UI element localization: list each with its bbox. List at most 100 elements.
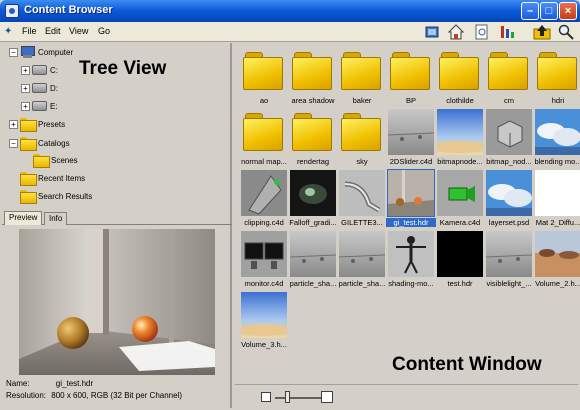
preview-image: [19, 229, 215, 375]
file-thumbnail: [485, 231, 533, 277]
expand-icon[interactable]: +: [9, 119, 18, 129]
content-file-item[interactable]: test.hdr: [435, 229, 485, 291]
content-file-item[interactable]: monitor.c4d: [239, 229, 289, 291]
tab-info[interactable]: Info: [44, 212, 68, 225]
tab-preview[interactable]: Preview: [4, 211, 43, 225]
item-caption: ao: [259, 96, 269, 105]
home-icon[interactable]: [446, 23, 466, 41]
item-caption: bitmapnode...: [437, 157, 483, 166]
content-folder-item[interactable]: ao: [239, 46, 289, 108]
preview-resolution-row: Resolution: 800 x 600, RGB (32 Bit per C…: [6, 391, 182, 400]
content-folder-item[interactable]: cm: [484, 46, 534, 108]
file-thumbnail: [535, 231, 580, 277]
content-file-item[interactable]: 2DSlider.c4d: [386, 107, 436, 169]
tree-item-label: Computer: [38, 47, 74, 57]
content-file-item[interactable]: particle_sha...: [288, 229, 338, 291]
item-caption: bitmap_nod...: [486, 157, 532, 166]
zoom-small-icon[interactable]: [261, 392, 271, 402]
content-file-item[interactable]: clipping.c4d: [239, 168, 289, 230]
file-thumbnail: [535, 170, 580, 216]
menu-go[interactable]: Go: [98, 26, 110, 36]
tree-item-label: Search Results: [38, 191, 93, 201]
file-thumbnail: [241, 231, 287, 277]
tree-item-label: Presets: [38, 119, 66, 129]
expand-icon[interactable]: +: [21, 65, 30, 75]
tree-item-label: E:: [50, 101, 58, 111]
magnifier-icon[interactable]: [556, 23, 576, 41]
collapse-icon[interactable]: −: [9, 47, 18, 57]
tree-item-computer[interactable]: − Computer: [9, 45, 73, 59]
menu-logo-icon: ✦: [4, 26, 13, 37]
folder-icon: [292, 113, 332, 151]
sort-icon[interactable]: [497, 23, 517, 41]
resolution-label: Resolution:: [6, 391, 47, 400]
content-file-item[interactable]: bitmapnode...: [430, 107, 490, 169]
content-file-item[interactable]: Volume_3.h...: [234, 290, 294, 352]
content-file-item[interactable]: gi_test.hdr: [386, 168, 436, 230]
item-caption: Volume_3.h...: [241, 340, 287, 349]
content-folder-item[interactable]: hdri: [533, 46, 580, 108]
minimize-button[interactable]: –: [521, 2, 539, 20]
maximize-button[interactable]: □: [540, 2, 558, 20]
tree-item-drive-c[interactable]: + C:: [21, 63, 58, 77]
content-folder-item[interactable]: area shadow: [288, 46, 338, 108]
tree-item-recent[interactable]: Recent Items: [20, 171, 86, 186]
file-thumbnail: [535, 109, 580, 155]
file-thumbnail: [241, 170, 287, 216]
close-button[interactable]: ×: [559, 2, 577, 20]
up-folder-icon[interactable]: [532, 23, 552, 41]
item-caption: gi_test.hdr: [386, 218, 436, 227]
zoom-large-icon[interactable]: [321, 391, 333, 403]
app-icon: [5, 4, 19, 18]
file-thumbnail: [486, 170, 532, 216]
preview-name-row: Name: gi_test.hdr: [6, 379, 93, 388]
tree-item-catalogs[interactable]: − Catalogs: [9, 136, 70, 151]
tree-item-scenes[interactable]: Scenes: [33, 153, 78, 168]
content-file-item[interactable]: bitmap_nod...: [484, 107, 534, 169]
tree-item-presets[interactable]: + Presets: [9, 117, 66, 132]
content-file-item[interactable]: visiblelight_...: [484, 229, 534, 291]
item-caption: clothilde: [446, 96, 474, 105]
expand-icon[interactable]: +: [21, 83, 30, 93]
content-folder-item[interactable]: sky: [337, 107, 387, 169]
collapse-icon[interactable]: −: [9, 138, 18, 148]
folder-icon: [20, 118, 37, 132]
item-caption: test.hdr: [447, 279, 473, 288]
content-file-item[interactable]: shading-mo...: [386, 229, 436, 291]
folder-icon: [33, 154, 50, 168]
item-caption: BP: [405, 96, 416, 105]
content-file-item[interactable]: particle_sha...: [337, 229, 387, 291]
content-folder-item[interactable]: baker: [337, 46, 387, 108]
content-file-item[interactable]: Kamera.c4d: [435, 168, 485, 230]
computer-icon: [20, 46, 35, 58]
view-mode-icon[interactable]: [422, 23, 442, 41]
content-folder-item[interactable]: clothilde: [435, 46, 485, 108]
item-caption: hdri: [551, 96, 565, 105]
content-file-item[interactable]: blending mo...: [533, 107, 580, 169]
zoom-slider-track[interactable]: [275, 397, 321, 399]
drive-icon: [32, 65, 47, 75]
content-file-item[interactable]: layerset.psd: [484, 168, 534, 230]
content-folder-item[interactable]: normal map...: [239, 107, 289, 169]
menu-view[interactable]: View: [69, 26, 88, 36]
tree-item-label: Recent Items: [38, 173, 86, 183]
content-file-item[interactable]: Mat 2_Diffu...: [533, 168, 580, 230]
item-caption: blending mo...: [534, 157, 580, 166]
file-thumbnail: [234, 292, 294, 338]
content-file-item[interactable]: GILETTE3...: [337, 168, 387, 230]
content-folder-item[interactable]: rendertag: [288, 107, 338, 169]
content-folder-item[interactable]: BP: [386, 46, 436, 108]
zoom-slider-handle[interactable]: [285, 391, 290, 403]
item-caption: Kamera.c4d: [439, 218, 481, 227]
content-file-item[interactable]: Falloff_gradi...: [288, 168, 338, 230]
expand-icon[interactable]: +: [21, 101, 30, 111]
menu-file[interactable]: File: [22, 26, 37, 36]
item-caption: normal map...: [241, 157, 287, 166]
tree-item-drive-d[interactable]: + D:: [21, 81, 58, 95]
tree-item-drive-e[interactable]: + E:: [21, 99, 58, 113]
menu-edit[interactable]: Edit: [45, 26, 61, 36]
search-file-icon[interactable]: [472, 23, 492, 41]
content-file-item[interactable]: Volume_2.h...: [533, 229, 580, 291]
tree-item-search-results[interactable]: Search Results: [20, 189, 93, 204]
content-window: ao area shadow baker BP clothilde cm hdri norma…: [234, 43, 580, 383]
